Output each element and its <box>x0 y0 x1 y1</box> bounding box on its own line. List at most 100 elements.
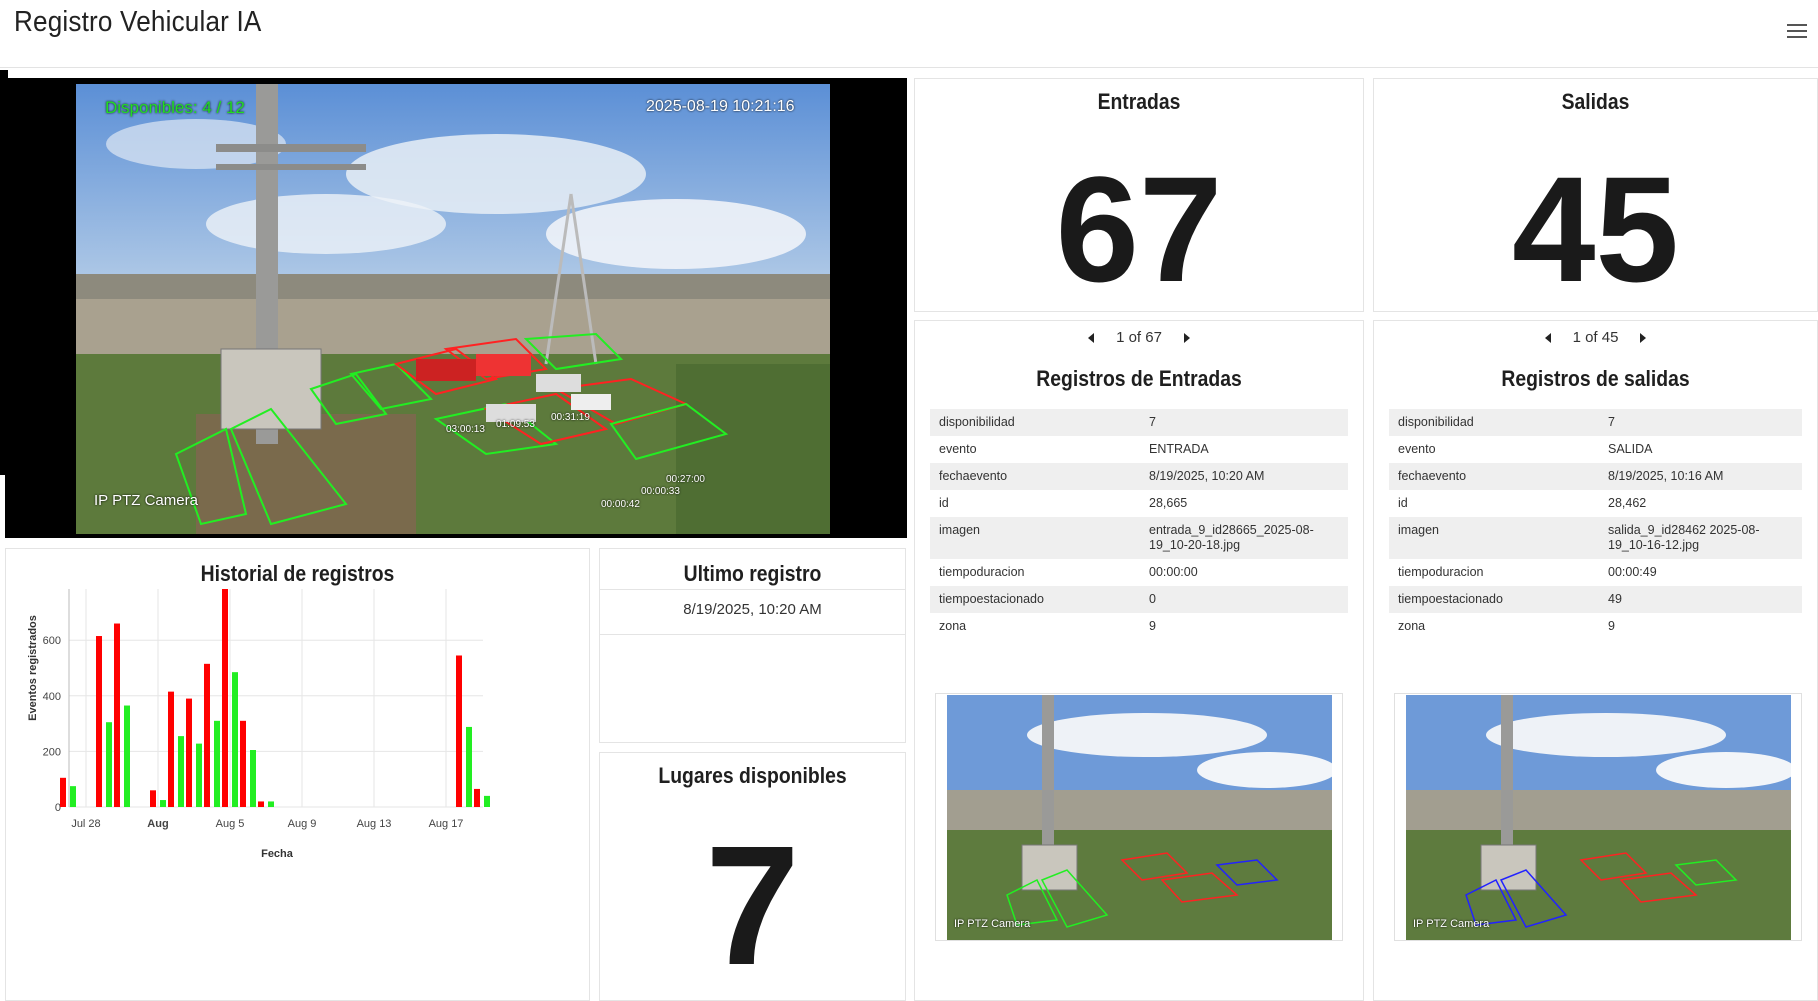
camera-feed[interactable]: Disponibles: 4 / 12 2025-08-19 10:21:16 … <box>76 84 830 534</box>
field-value: 8/19/2025, 10:20 AM <box>1140 463 1348 490</box>
bar <box>456 655 462 807</box>
x-tick-label: Aug 9 <box>288 818 317 830</box>
salidas-pager: 1 of 45 <box>1374 329 1817 346</box>
salidas-title: Salidas <box>1561 89 1630 114</box>
bar <box>474 788 480 807</box>
ultimo-title: Ultimo registro <box>683 561 822 586</box>
camera-label-overlay: IP PTZ Camera <box>94 492 198 509</box>
entradas-count: 67 <box>1055 145 1223 313</box>
field-value: ENTRADA <box>1149 442 1209 456</box>
x-axis-label: Fecha <box>261 848 294 860</box>
bar <box>168 691 174 807</box>
entradas-kpi-panel: Entradas 67 <box>914 78 1364 312</box>
salida-image-thumbnail[interactable]: IP PTZ Camera <box>1394 693 1802 941</box>
registros-entradas-panel: 1 of 67 Registros de Entradas disponibil… <box>914 320 1364 1001</box>
field-name: tiempoestacionado <box>1389 586 1599 613</box>
lugares-disponibles-panel: Lugares disponibles 7 <box>599 752 906 1001</box>
table-row: fechaevento 8/19/2025, 10:16 AM <box>1389 463 1802 490</box>
field-name: zona <box>1398 619 1426 633</box>
previous-arrow-icon[interactable] <box>1544 333 1551 344</box>
field-value: 00:00:00 <box>1149 565 1198 579</box>
table-row: tiempoduracion 00:00:00 <box>930 559 1348 586</box>
y-axis-label: Eventos registrados <box>27 615 39 721</box>
next-arrow-icon[interactable] <box>1183 333 1190 344</box>
bar <box>114 623 120 807</box>
entrada-image-thumbnail[interactable]: IP PTZ Camera <box>935 693 1343 941</box>
field-value: 9 <box>1608 619 1615 633</box>
timer-label: 03:00:13 <box>446 424 485 435</box>
field-name: disponibilidad <box>1389 409 1599 436</box>
bar <box>258 801 264 807</box>
bar <box>196 743 202 807</box>
table-row: imagen entrada_9_id28665_2025-08-19_10-20… <box>930 517 1348 559</box>
table-row: disponibilidad 7 <box>930 409 1348 436</box>
next-arrow-icon[interactable] <box>1640 333 1647 344</box>
registros-salidas-title: Registros de salidas <box>1501 366 1690 391</box>
hamburger-menu-icon[interactable] <box>1785 20 1809 44</box>
bar <box>186 698 192 807</box>
lugares-title: Lugares disponibles <box>658 763 847 788</box>
field-value: 8/19/2025, 10:16 AM <box>1599 463 1802 490</box>
field-value: 9 <box>1149 619 1156 633</box>
field-value: 00:00:49 <box>1608 565 1657 579</box>
field-name: evento <box>1398 442 1436 456</box>
table-row: tiempoestacionado 0 <box>930 586 1348 613</box>
timer-label: 01:09:53 <box>496 419 535 430</box>
salidas-pager-label: 1 of 45 <box>1572 329 1619 346</box>
camera-image <box>76 84 830 534</box>
field-value: 49 <box>1599 586 1802 613</box>
bar <box>60 777 66 807</box>
table-row: tiempoestacionado 49 <box>1389 586 1802 613</box>
x-tick-label: Aug 17 <box>429 818 464 830</box>
app-header: Registro Vehicular IA <box>0 0 1818 68</box>
field-value: SALIDA <box>1608 442 1653 456</box>
table-row: evento SALIDA <box>1389 436 1802 463</box>
table-row: zona 9 <box>1389 613 1802 640</box>
timer-label: 00:27:00 <box>666 474 705 485</box>
entradas-record-table: disponibilidad 7 evento ENTRADA fechaevent… <box>930 409 1348 640</box>
timer-label: 00:00:33 <box>641 486 680 497</box>
bar <box>106 722 112 807</box>
table-row: tiempoduracion 00:00:49 <box>1389 559 1802 586</box>
camera-timestamp-overlay: 2025-08-19 10:21:16 <box>646 98 795 115</box>
field-name: imagen <box>1389 517 1599 559</box>
bar <box>178 736 184 807</box>
field-name: fechaevento <box>930 463 1140 490</box>
historial-panel: Historial de registros 02004006008001kJu… <box>5 548 590 1001</box>
timer-label: 00:31:19 <box>551 412 590 423</box>
bar <box>204 663 210 807</box>
field-value: 28,462 <box>1608 496 1647 510</box>
table-row: id 28,665 <box>930 490 1348 517</box>
historial-chart[interactable]: 02004006008001kJul 28AugAug 5Aug 9Aug 13… <box>6 589 591 1001</box>
y-tick-label: 600 <box>43 635 61 647</box>
bar <box>124 705 130 807</box>
x-tick-label: Jul 28 <box>71 818 100 830</box>
salidas-record-table: disponibilidad 7 evento SALIDA fechaevento… <box>1389 409 1802 640</box>
bar <box>466 726 472 807</box>
field-value: 7 <box>1140 409 1348 436</box>
field-name: evento <box>939 442 977 456</box>
salidas-count: 45 <box>1512 145 1679 313</box>
salidas-kpi-panel: Salidas 45 <box>1373 78 1818 312</box>
field-name: id <box>939 496 949 510</box>
divider <box>600 589 905 590</box>
table-row: evento ENTRADA <box>930 436 1348 463</box>
bar <box>232 672 238 807</box>
table-row: fechaevento 8/19/2025, 10:20 AM <box>930 463 1348 490</box>
bar <box>70 786 76 807</box>
x-tick-label: Aug <box>147 818 168 830</box>
table-row: imagen salida_9_id28462 2025-08-19_10-16-… <box>1389 517 1802 559</box>
entradas-title: Entradas <box>1097 89 1181 114</box>
bar <box>214 720 220 807</box>
divider <box>600 634 905 635</box>
field-value: entrada_9_id28665_2025-08-19_10-20-18.jp… <box>1140 517 1348 559</box>
x-tick-label: Aug 13 <box>357 818 392 830</box>
field-name: tiempoduracion <box>1398 565 1484 579</box>
field-name: fechaevento <box>1389 463 1599 490</box>
field-value: salida_9_id28462 2025-08-19_10-16-12.jpg <box>1599 517 1802 559</box>
table-row: id 28,462 <box>1389 490 1802 517</box>
entradas-pager-label: 1 of 67 <box>1116 329 1162 346</box>
table-row: zona 9 <box>930 613 1348 640</box>
previous-arrow-icon[interactable] <box>1088 333 1095 344</box>
bar <box>484 795 490 807</box>
